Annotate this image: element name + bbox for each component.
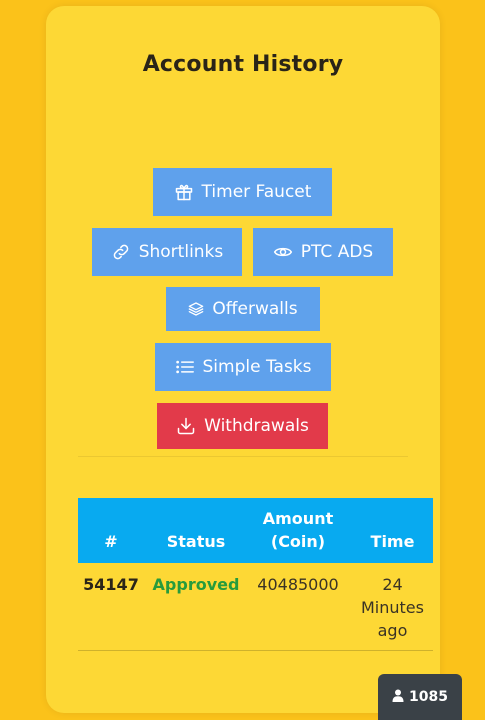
simple-tasks-button[interactable]: Simple Tasks <box>155 343 331 391</box>
offerwalls-button[interactable]: Offerwalls <box>166 287 320 331</box>
ptc-ads-button[interactable]: PTC ADS <box>253 228 393 276</box>
user-icon <box>392 689 404 706</box>
shortlinks-label: Shortlinks <box>138 242 224 262</box>
row-time-line2: Minutes <box>361 598 424 617</box>
column-header-amount-line1: Amount <box>262 509 334 528</box>
column-header-amount: Amount (Coin) <box>246 507 350 553</box>
column-header-time: Time <box>370 532 415 551</box>
history-table: # Status Amount (Coin) Time 54147 Approv… <box>78 498 433 651</box>
ptc-ads-label: PTC ADS <box>300 242 374 262</box>
row-time-line1: 24 <box>382 575 403 594</box>
timer-faucet-button[interactable]: Timer Faucet <box>153 168 332 216</box>
list-icon <box>175 358 195 376</box>
row-id: 54147 <box>83 575 139 594</box>
row-status: Approved <box>152 575 240 594</box>
table-header: # Status Amount (Coin) Time <box>78 498 433 563</box>
download-icon <box>176 416 196 436</box>
link-icon <box>111 242 131 262</box>
section-divider <box>78 456 408 457</box>
table-row: 54147 Approved 40485000 24 Minutes ago <box>78 563 433 651</box>
row-time: 24 Minutes ago <box>352 573 433 642</box>
page-title: Account History <box>142 52 344 77</box>
row-time-line3: ago <box>377 621 408 640</box>
column-header-status: Status <box>166 532 226 551</box>
simple-tasks-label: Simple Tasks <box>202 357 312 377</box>
withdrawals-button[interactable]: Withdrawals <box>157 403 328 449</box>
eye-icon <box>273 242 293 262</box>
withdrawals-label: Withdrawals <box>204 416 309 436</box>
timer-faucet-label: Timer Faucet <box>201 182 312 202</box>
column-header-amount-line2: (Coin) <box>270 532 326 551</box>
offerwalls-label: Offerwalls <box>212 299 298 319</box>
layers-icon <box>188 301 204 317</box>
column-header-id: # <box>104 532 118 551</box>
online-users-count: 1085 <box>409 689 448 705</box>
gift-icon <box>174 182 194 202</box>
row-amount: 40485000 <box>257 575 339 594</box>
history-card: Account History Timer Faucet Shortlinks <box>46 6 440 713</box>
shortlinks-button[interactable]: Shortlinks <box>92 228 242 276</box>
online-users-badge[interactable]: 1085 <box>378 674 462 720</box>
row-divider <box>78 650 433 651</box>
